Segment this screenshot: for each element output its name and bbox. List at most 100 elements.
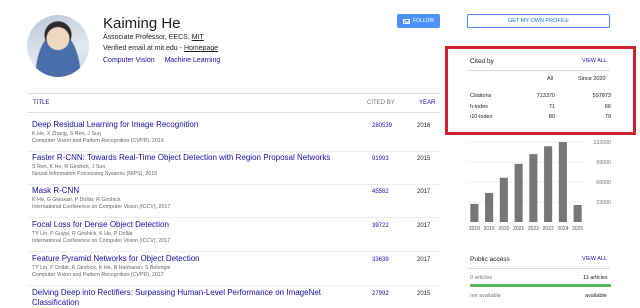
paper-venue: Computer Vision and Pattern Recognition … <box>32 138 164 144</box>
divider <box>467 70 610 71</box>
follow-button[interactable]: FOLLOW <box>397 14 440 28</box>
paper-authors: K He, X Zhang, S Ren, J Sun <box>32 131 101 137</box>
paper-venue: Neural Information Processing Systems (N… <box>32 171 158 177</box>
follow-label: FOLLOW <box>412 18 435 24</box>
table-row: Mask R-CNN K He, G Gkioxari, P Dollár, R… <box>27 186 440 218</box>
cited-count[interactable]: 91993 <box>372 156 389 162</box>
cited-by-title: Cited by <box>470 58 494 65</box>
paper-title[interactable]: Delving Deep into Rectifiers: Surpassing… <box>32 288 362 308</box>
cited-by-view-all[interactable]: VIEW ALL <box>582 58 607 64</box>
col-all: All <box>547 76 554 82</box>
paper-title[interactable]: Focal Loss for Dense Object Detection <box>32 220 362 230</box>
metric-all: 713370 <box>536 93 555 99</box>
envelope-icon <box>402 18 410 24</box>
paper-venue: International Conference on Computer Vis… <box>32 204 171 210</box>
email-text: Verified email at mit.edu - <box>103 45 184 52</box>
x-tick-label: 2019 <box>484 226 495 232</box>
table-row: Faster R-CNN: Towards Real-Time Object D… <box>27 153 440 185</box>
metric-label: i10-index <box>470 114 493 120</box>
paper-year: 2017 <box>417 189 431 195</box>
paper-title[interactable]: Mask R-CNN <box>32 186 362 196</box>
cited-count[interactable]: 280539 <box>372 123 392 129</box>
metric-since: 66 <box>604 104 611 110</box>
public-access-view-all[interactable]: VIEW ALL <box>582 256 607 262</box>
affiliation-link[interactable]: MIT <box>192 34 204 41</box>
table-row: Delving Deep into Rectifiers: Surpassing… <box>27 288 440 308</box>
interests: Computer Vision Machine Learning <box>103 57 228 64</box>
i10-index-row: i10-index 80 79 <box>470 114 611 123</box>
affiliation-text: Associate Professor, EECS, <box>103 34 192 41</box>
cited-count[interactable]: 33639 <box>372 257 389 263</box>
paper-title[interactable]: Feature Pyramid Networks for Object Dete… <box>32 254 362 264</box>
availability-bar <box>470 284 611 287</box>
paper-authors: TY Lin, P Dollár, R Girshick, K He, B Ha… <box>32 265 171 271</box>
bar-2018[interactable] <box>470 203 479 222</box>
x-tick-label: 2023 <box>543 226 554 232</box>
available-text: available <box>585 293 607 299</box>
bar-2019[interactable] <box>485 192 494 222</box>
avatar <box>27 15 89 77</box>
bar-2023[interactable] <box>544 146 553 222</box>
available-count: 11 articles <box>583 275 608 281</box>
metric-all: 80 <box>548 114 555 120</box>
paper-year: 2015 <box>417 291 431 297</box>
x-tick-label: 2025 <box>572 226 583 232</box>
metric-since: 597873 <box>592 93 611 99</box>
y-tick-label: 33000 <box>596 200 611 206</box>
interest-computer-vision[interactable]: Computer Vision <box>103 57 155 64</box>
not-available-count: 0 articles <box>470 275 493 281</box>
get-own-profile-button[interactable]: GET MY OWN PROFILE <box>467 14 610 28</box>
interest-machine-learning[interactable]: Machine Learning <box>165 57 221 64</box>
not-available-text: not available <box>470 293 501 299</box>
citations-row: Citations 713370 597873 <box>470 93 611 102</box>
metric-all: 71 <box>548 104 555 110</box>
x-tick-label: 2020 <box>498 226 509 232</box>
sort-by-cited[interactable]: CITED BY <box>367 100 395 106</box>
metric-since: 79 <box>604 114 611 120</box>
x-tick-label: 2024 <box>557 226 568 232</box>
y-tick-label: 132000 <box>593 140 611 146</box>
x-tick-label: 2021 <box>513 226 524 232</box>
bar-2021[interactable] <box>514 163 523 222</box>
cited-count[interactable]: 27992 <box>372 291 389 297</box>
paper-year: 2017 <box>417 223 431 229</box>
citations-chart-svg: 132000 99000 66000 33000 2018 2019 2020 2021 202… <box>467 140 611 232</box>
homepage-link[interactable]: Homepage <box>184 45 218 52</box>
table-row: Feature Pyramid Networks for Object Dete… <box>27 254 440 286</box>
bar-2020[interactable] <box>499 177 508 222</box>
paper-year: 2015 <box>417 156 431 162</box>
divider <box>467 268 610 269</box>
paper-title[interactable]: Faster R-CNN: Towards Real-Time Object D… <box>32 153 362 163</box>
metric-label: Citations <box>470 93 492 99</box>
paper-authors: K He, G Gkioxari, P Dollár, R Girshick <box>32 197 121 203</box>
paper-year: 2016 <box>417 123 431 129</box>
paper-year: 2017 <box>417 257 431 263</box>
x-tick-label: 2022 <box>528 226 539 232</box>
cited-count[interactable]: 39722 <box>372 223 389 229</box>
y-tick-label: 99000 <box>596 160 611 166</box>
paper-venue: International Conference on Computer Vis… <box>32 238 171 244</box>
table-row: Focal Loss for Dense Object Detection TY… <box>27 220 440 252</box>
publications-header: TITLE CITED BY YEAR <box>27 93 440 113</box>
sort-by-year[interactable]: YEAR <box>419 100 435 106</box>
public-access-title: Public access <box>470 256 510 263</box>
sort-by-title[interactable]: TITLE <box>33 100 49 106</box>
cited-count[interactable]: 45582 <box>372 189 389 195</box>
col-since: Since 2020 <box>578 76 606 82</box>
table-row: Deep Residual Learning for Image Recogni… <box>27 120 440 152</box>
verified-email: Verified email at mit.edu - Homepage <box>103 45 218 52</box>
bar-2024[interactable] <box>558 142 567 222</box>
paper-authors: S Ren, K He, R Girshick, J Sun <box>32 164 106 170</box>
citations-chart: 132000 99000 66000 33000 2018 2019 2020 2021 202… <box>467 138 612 234</box>
metric-label: h-index <box>470 104 489 110</box>
x-tick-label: 2018 <box>469 226 480 232</box>
bar-2022[interactable] <box>529 154 538 222</box>
y-tick-label: 66000 <box>596 180 611 186</box>
affiliation: Associate Professor, EECS, MIT <box>103 34 204 41</box>
profile-name: Kaiming He <box>103 15 181 32</box>
paper-title[interactable]: Deep Residual Learning for Image Recogni… <box>32 120 362 130</box>
h-index-row: h-index 71 66 <box>470 104 611 113</box>
paper-venue: Computer Vision and Pattern Recognition … <box>32 272 164 278</box>
paper-authors: TY Lin, P Goyal, R Girshick, K He, P Dol… <box>32 231 133 237</box>
bar-2025[interactable] <box>573 205 582 222</box>
